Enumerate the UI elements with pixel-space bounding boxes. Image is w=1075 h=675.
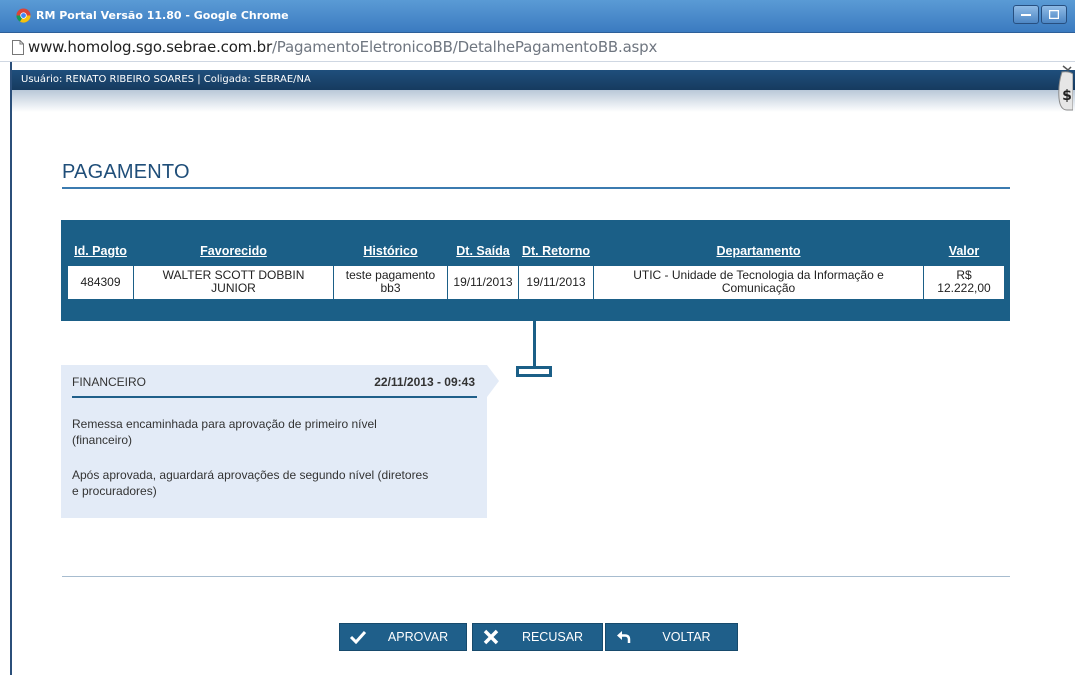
header-departamento[interactable]: Departamento [594, 241, 924, 265]
maximize-icon [1049, 10, 1059, 19]
header-dt-saida[interactable]: Dt. Saída [448, 241, 519, 265]
footer-divider [62, 576, 1010, 577]
maximize-button[interactable] [1041, 5, 1067, 24]
user-info: Usuário: RENATO RIBEIRO SOARES | Coligad… [21, 74, 311, 85]
timeline-datetime: 22/11/2013 - 09:43 [374, 375, 475, 389]
address-bar[interactable]: www.homolog.sgo.sebrae.com.br/PagamentoE… [0, 33, 1075, 62]
refuse-label: RECUSAR [521, 630, 584, 644]
timeline-node [516, 366, 552, 377]
back-label: VOLTAR [662, 630, 711, 644]
cell-dt-retorno: 19/11/2013 [518, 264, 594, 300]
window-title: RM Portal Versão 11.80 - Google Chrome [36, 9, 289, 22]
timeline-department: FINANCEIRO [72, 375, 147, 389]
header-favorecido[interactable]: Favorecido [134, 241, 334, 265]
cell-departamento: UTIC - Unidade de Tecnologia da Informaç… [593, 264, 924, 300]
cell-historico-line2: bb3 [380, 281, 401, 295]
approve-label: APROVAR [387, 630, 449, 644]
timeline-message-2: Após aprovada, aguardará aprovações de s… [72, 468, 429, 498]
table-row[interactable]: 484309 WALTER SCOTT DOBBIN JUNIOR teste … [67, 264, 1005, 300]
user-bar: Usuário: RENATO RIBEIRO SOARES | Coligad… [12, 70, 1075, 90]
cell-valor: R$ 12.222,00 [923, 264, 1005, 300]
approve-button[interactable]: APROVAR [339, 623, 467, 651]
table-header-row: Id. Pagto Favorecido Histórico Dt. Saída… [68, 241, 1005, 265]
timeline-entry: FINANCEIRO 22/11/2013 - 09:43 Remessa en… [61, 365, 487, 518]
undo-arrow-icon [606, 630, 642, 644]
url-text[interactable]: www.homolog.sgo.sebrae.com.br/PagamentoE… [28, 38, 657, 56]
url-path: /PagamentoEletronicoBB/DetalhePagamentoB… [271, 38, 658, 56]
header-dt-retorno[interactable]: Dt. Retorno [519, 241, 594, 265]
minimize-icon [1021, 13, 1031, 16]
cell-favorecido-line2: JUNIOR [211, 281, 256, 295]
title-divider [62, 187, 1010, 189]
payment-table: Id. Pagto Favorecido Histórico Dt. Saída… [67, 241, 1005, 300]
cell-dt-saida: 19/11/2013 [447, 264, 519, 300]
browser-title-bar: RM Portal Versão 11.80 - Google Chrome [0, 0, 1075, 33]
page-icon [12, 40, 24, 55]
window-controls [1013, 5, 1067, 24]
cell-departamento-line2: Comunicação [721, 281, 796, 295]
timeline-pointer [487, 365, 499, 397]
frame-left-border [0, 62, 12, 675]
payment-panel: Id. Pagto Favorecido Histórico Dt. Saída… [61, 220, 1010, 321]
timeline-connector [533, 321, 536, 366]
x-icon [473, 629, 509, 645]
cell-historico: teste pagamento bb3 [333, 264, 448, 300]
check-icon [340, 630, 376, 644]
money-bag-icon[interactable]: $ [1057, 64, 1073, 112]
header-id-pagto[interactable]: Id. Pagto [68, 241, 134, 265]
refuse-button[interactable]: RECUSAR [472, 623, 603, 651]
timeline-divider [72, 396, 477, 398]
user-bar-shadow [12, 90, 1075, 112]
header-historico[interactable]: Histórico [334, 241, 448, 265]
back-button[interactable]: VOLTAR [605, 623, 738, 651]
chrome-icon [16, 8, 31, 23]
cell-valor-line2: 12.222,00 [937, 281, 991, 295]
minimize-button[interactable] [1013, 5, 1039, 24]
timeline-message-1: Remessa encaminhada para aprovação de pr… [72, 417, 377, 447]
page-title: PAGAMENTO [62, 161, 190, 183]
cell-favorecido: WALTER SCOTT DOBBIN JUNIOR [133, 264, 334, 300]
header-valor[interactable]: Valor [924, 241, 1005, 265]
cell-id: 484309 [67, 264, 134, 300]
url-host: www.homolog.sgo.sebrae.com.br [28, 38, 272, 56]
svg-text:$: $ [1062, 88, 1072, 104]
